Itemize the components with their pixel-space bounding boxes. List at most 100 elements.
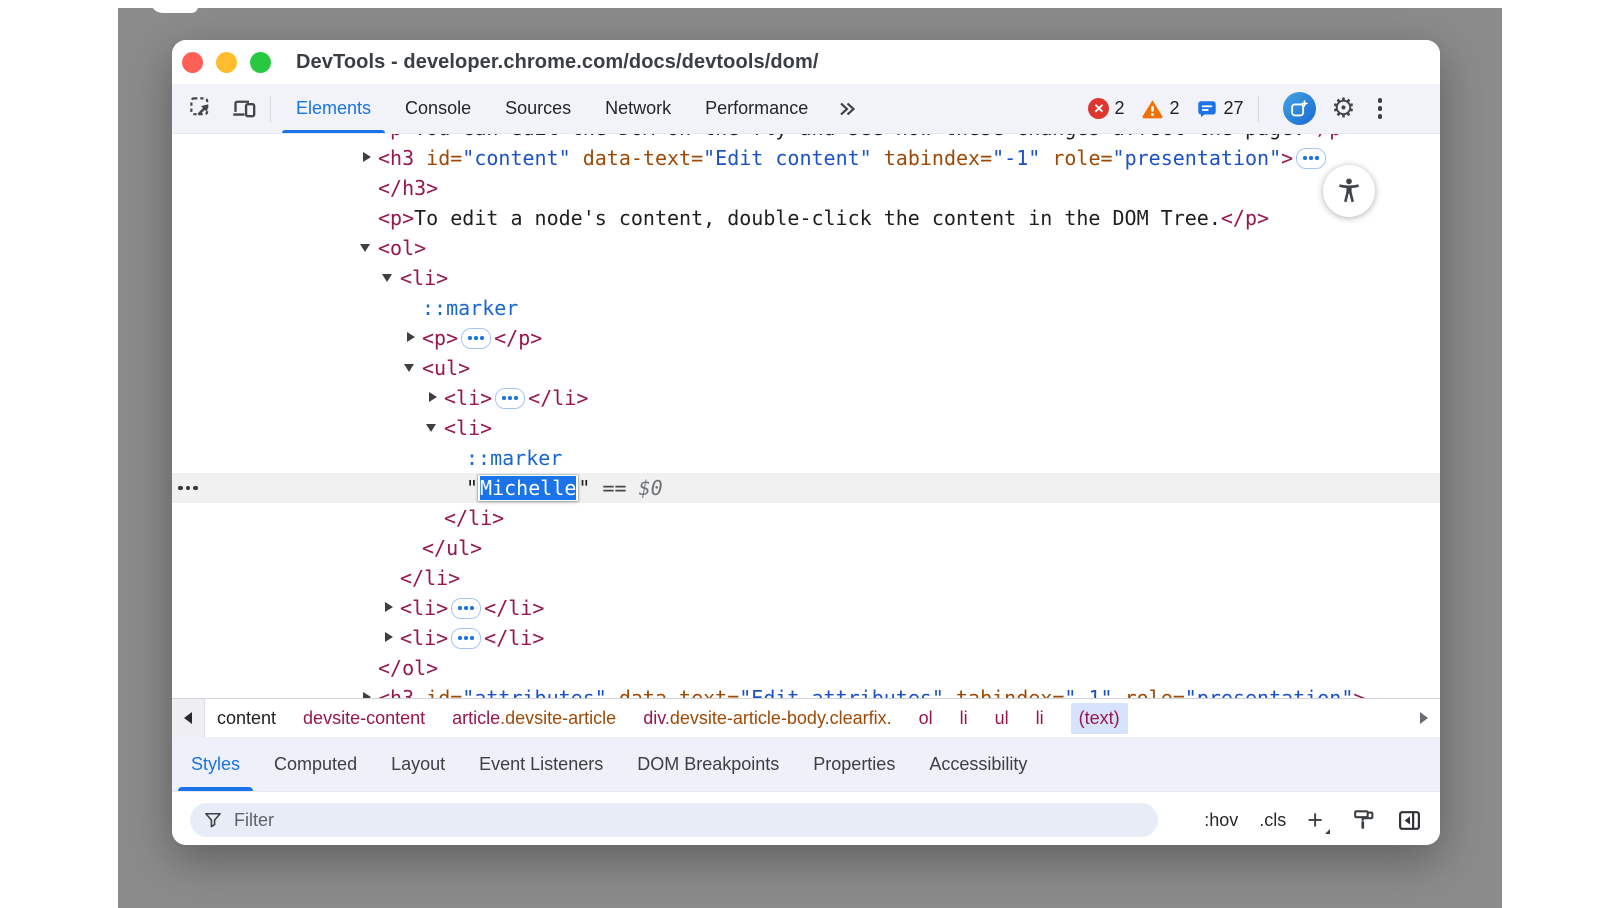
- ellipsis-expand-icon[interactable]: [451, 628, 481, 649]
- breadcrumb-item[interactable]: div.devsite-article-body.clearfix.: [643, 708, 891, 729]
- code-segment: data-text=: [607, 686, 739, 698]
- tab-performance[interactable]: Performance: [688, 84, 825, 133]
- inspect-icon[interactable]: [184, 91, 220, 127]
- breadcrumb-item[interactable]: (text): [1071, 703, 1128, 734]
- text-edit-box[interactable]: Michelle: [478, 475, 578, 501]
- toggle-element-state-button[interactable]: :hov: [1204, 810, 1238, 831]
- dom-tree-row[interactable]: <p>You can edit the DOM on the fly and s…: [172, 134, 1440, 143]
- dom-tree-row[interactable]: <li></li>: [172, 383, 1440, 413]
- new-style-rule-plus-icon[interactable]: +: [1307, 807, 1330, 834]
- dom-tree-row[interactable]: <h3 id="content" data-text="Edit content…: [172, 143, 1440, 173]
- dom-tree-row[interactable]: <p></p>: [172, 323, 1440, 353]
- breadcrumb-item[interactable]: ol: [919, 708, 933, 729]
- breadcrumb-part: li: [1036, 708, 1044, 728]
- tab-accessibility[interactable]: Accessibility: [912, 737, 1044, 791]
- dom-tree-row[interactable]: <li>: [172, 263, 1440, 293]
- breadcrumb-scroll-left-button[interactable]: [172, 699, 205, 737]
- settings-gear-icon[interactable]: ⚙: [1326, 91, 1362, 127]
- tab-properties[interactable]: Properties: [796, 737, 912, 791]
- zoom-button[interactable]: [250, 52, 271, 73]
- code-segment: >: [1281, 146, 1293, 170]
- dom-tree-row[interactable]: <ul>: [172, 353, 1440, 383]
- ellipsis-expand-icon[interactable]: [495, 388, 525, 409]
- code-segment: </h3>: [378, 176, 438, 200]
- dom-tree-row[interactable]: <li></li>: [172, 593, 1440, 623]
- dom-tree-row[interactable]: </li>: [172, 563, 1440, 593]
- styles-panel-tabs: StylesComputedLayoutEvent ListenersDOM B…: [172, 737, 1440, 792]
- breadcrumb-item[interactable]: ul: [995, 708, 1009, 729]
- dom-tree-row[interactable]: </h3>: [172, 173, 1440, 203]
- breadcrumb-scroll-right-button[interactable]: [1408, 699, 1440, 737]
- breadcrumb-item[interactable]: li: [1036, 708, 1044, 729]
- tab-elements[interactable]: Elements: [279, 84, 388, 133]
- devtools-window: DevTools - developer.chrome.com/docs/dev…: [172, 40, 1440, 845]
- breadcrumb-item[interactable]: li: [960, 708, 968, 729]
- tab-computed[interactable]: Computed: [257, 737, 374, 791]
- breadcrumb-part: (text): [1079, 708, 1120, 728]
- dom-tree-row[interactable]: "Michelle" == $0: [172, 473, 1440, 503]
- ellipsis-expand-icon[interactable]: [451, 598, 481, 619]
- dom-tree-row[interactable]: <li></li>: [172, 623, 1440, 653]
- expand-arrow-icon[interactable]: [362, 143, 378, 173]
- tab-console[interactable]: Console: [388, 84, 488, 133]
- filter-field[interactable]: [190, 803, 1158, 837]
- tab-layout[interactable]: Layout: [374, 737, 462, 791]
- tab-sources[interactable]: Sources: [488, 84, 588, 133]
- breadcrumb-part: ol: [919, 708, 933, 728]
- more-actions-icon[interactable]: [178, 473, 198, 503]
- filter-input[interactable]: [232, 809, 1145, 832]
- title-bar: DevTools - developer.chrome.com/docs/dev…: [172, 40, 1440, 84]
- dom-tree-row[interactable]: </ol>: [172, 653, 1440, 683]
- issues-badge[interactable]: 27: [1196, 98, 1243, 120]
- breadcrumb-part: content: [217, 708, 276, 728]
- breadcrumb-item[interactable]: article.devsite-article: [452, 708, 616, 729]
- collapse-arrow-icon[interactable]: [362, 233, 378, 263]
- dock-side-icon[interactable]: [1397, 808, 1422, 833]
- rendering-brush-icon[interactable]: [1351, 808, 1376, 833]
- ellipsis-expand-icon[interactable]: [1296, 148, 1326, 169]
- close-button[interactable]: [182, 52, 203, 73]
- tab-network[interactable]: Network: [588, 84, 688, 133]
- chevron-double-right-icon: [835, 97, 859, 121]
- dom-tree-row[interactable]: <ol>: [172, 233, 1440, 263]
- device-toolbar-icon[interactable]: [226, 91, 262, 127]
- collapse-arrow-icon[interactable]: [384, 263, 400, 293]
- warnings-badge[interactable]: 2: [1141, 98, 1179, 119]
- dom-tree-row[interactable]: ::marker: [172, 293, 1440, 323]
- main-toolbar: ElementsConsoleSourcesNetworkPerformance…: [172, 84, 1440, 134]
- tab-dom-breakpoints[interactable]: DOM Breakpoints: [620, 737, 796, 791]
- ai-assistant-icon[interactable]: [1283, 92, 1316, 125]
- expand-arrow-icon[interactable]: [406, 323, 422, 353]
- code-segment: You can edit the DOM on the fly and see …: [414, 134, 1305, 140]
- kebab-menu-icon[interactable]: [1372, 98, 1389, 119]
- more-tabs-button[interactable]: [825, 97, 869, 121]
- window-title: DevTools - developer.chrome.com/docs/dev…: [296, 51, 819, 74]
- collapse-arrow-icon[interactable]: [406, 353, 422, 383]
- code-segment: <li>: [444, 386, 492, 410]
- expand-arrow-icon[interactable]: [428, 383, 444, 413]
- dom-tree-row[interactable]: <li>: [172, 413, 1440, 443]
- tab-event-listeners[interactable]: Event Listeners: [462, 737, 620, 791]
- expand-arrow-icon[interactable]: [384, 623, 400, 653]
- breadcrumb-item[interactable]: devsite-content: [303, 708, 425, 729]
- tab-styles[interactable]: Styles: [174, 737, 257, 791]
- breadcrumb-part: devsite-content: [303, 708, 425, 728]
- ellipsis-expand-icon[interactable]: [461, 328, 491, 349]
- accessibility-overlay-button[interactable]: [1323, 165, 1375, 217]
- expand-arrow-icon[interactable]: [362, 683, 378, 698]
- collapse-arrow-icon[interactable]: [428, 413, 444, 443]
- dom-tree-row[interactable]: </li>: [172, 503, 1440, 533]
- code-segment: </p>: [1305, 134, 1353, 140]
- minimize-button[interactable]: [216, 52, 237, 73]
- dom-tree-row[interactable]: <p>To edit a node's content, double-clic…: [172, 203, 1440, 233]
- errors-badge[interactable]: ✕ 2: [1088, 98, 1124, 119]
- element-classes-button[interactable]: .cls: [1259, 810, 1286, 831]
- dom-tree-rows: <p>You can edit the DOM on the fly and s…: [172, 134, 1440, 698]
- breadcrumb: content devsite-content article.devsite-ar…: [172, 698, 1440, 737]
- dom-tree-row[interactable]: <h3 id="attributes" data-text="Edit attr…: [172, 683, 1440, 698]
- code-segment: id=: [414, 146, 462, 170]
- dom-tree-row[interactable]: ::marker: [172, 443, 1440, 473]
- breadcrumb-item[interactable]: content: [217, 708, 276, 729]
- dom-tree-row[interactable]: </ul>: [172, 533, 1440, 563]
- expand-arrow-icon[interactable]: [384, 593, 400, 623]
